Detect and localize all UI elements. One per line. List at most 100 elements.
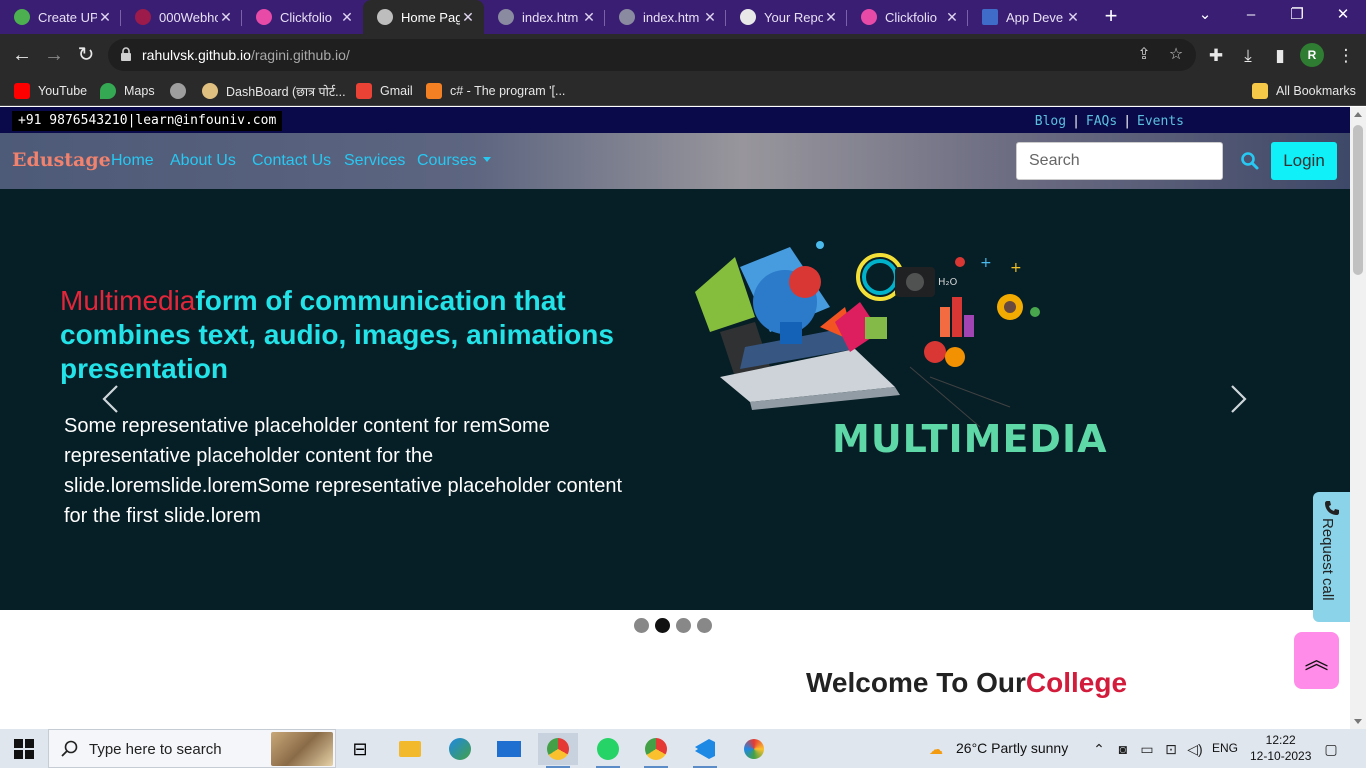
bookmark-youtube[interactable]: YouTube <box>14 82 87 100</box>
edge-icon[interactable] <box>440 733 480 765</box>
bookmark-stackoverflow[interactable]: c# - The program '[... <box>426 82 565 100</box>
network-icon[interactable]: ⊡ <box>1162 740 1180 758</box>
vscode-icon[interactable] <box>685 733 725 768</box>
browser-tab[interactable]: index.htm ✕ <box>484 0 605 34</box>
nav-home[interactable]: Home <box>111 152 154 170</box>
mail-icon[interactable] <box>489 733 529 765</box>
browser-tab[interactable]: 000Webho ✕ <box>121 0 242 34</box>
download-icon[interactable]: ⤓ <box>1236 44 1260 68</box>
meet-now-icon[interactable]: ◙ <box>1114 740 1132 758</box>
globe-icon <box>619 9 635 25</box>
carousel-indicator-active[interactable] <box>655 618 670 633</box>
scroll-to-top-button[interactable]: ︽ <box>1294 632 1339 689</box>
search-input[interactable] <box>1016 142 1223 180</box>
tab-favicon-icon <box>135 9 151 25</box>
bookmark-dashboard[interactable]: DashBoard (छात्र पोर्ट... <box>202 82 346 100</box>
weather-text[interactable]: 26°C Partly sunny <box>956 729 1068 768</box>
close-icon[interactable]: ✕ <box>581 9 597 25</box>
tab-search-icon[interactable]: ⌄ <box>1182 0 1228 32</box>
chrome-icon[interactable] <box>538 733 578 768</box>
nav-about-us[interactable]: About Us <box>170 152 236 170</box>
volume-icon[interactable]: ◁) <box>1186 740 1204 758</box>
browser-tab[interactable]: Clickfolio ✕ <box>242 0 363 34</box>
share-icon[interactable]: ⇪ <box>1134 45 1154 65</box>
extensions-icon[interactable]: ✚ <box>1204 44 1228 68</box>
chrome-profile-icon[interactable] <box>636 733 676 768</box>
close-icon[interactable]: ✕ <box>1065 9 1081 25</box>
close-icon[interactable]: ✕ <box>218 9 234 25</box>
close-icon[interactable]: ✕ <box>702 9 718 25</box>
forward-icon[interactable]: → <box>40 42 68 68</box>
nav-contact-us[interactable]: Contact Us <box>252 152 331 170</box>
blog-link[interactable]: Blog <box>1035 114 1066 129</box>
address-bar[interactable]: rahulvsk.github.io/ragini.github.io/ ⇪ ☆ <box>108 39 1196 71</box>
lock-icon <box>121 47 131 61</box>
windows-start-icon[interactable] <box>14 739 34 759</box>
github-icon <box>740 9 756 25</box>
notification-icon[interactable]: ▢ <box>1322 740 1340 758</box>
task-view-icon[interactable]: ⊟ <box>340 733 380 765</box>
scrollbar-thumb[interactable] <box>1353 125 1363 275</box>
chevron-up-icon[interactable]: ⌃ <box>1090 740 1108 758</box>
login-button[interactable]: Login <box>1271 142 1337 180</box>
reload-icon[interactable]: ↻ <box>72 42 100 68</box>
bookmark-globe[interactable] <box>170 82 194 100</box>
browser-tab[interactable]: App Deve ✕ <box>968 0 1089 34</box>
search-icon[interactable] <box>1240 151 1260 171</box>
nav-services[interactable]: Services <box>344 152 405 170</box>
window-close-icon[interactable]: ✕ <box>1320 0 1366 32</box>
tab-favicon-icon <box>982 9 998 25</box>
carousel-indicator[interactable] <box>634 618 649 633</box>
profile-avatar[interactable]: R <box>1300 43 1324 67</box>
browser-tab[interactable]: Your Repo ✕ <box>726 0 847 34</box>
events-link[interactable]: Events <box>1137 114 1184 129</box>
all-bookmarks[interactable]: All Bookmarks <box>1252 82 1356 100</box>
carousel-indicator[interactable] <box>676 618 691 633</box>
bookmark-gmail[interactable]: Gmail <box>356 82 413 100</box>
side-panel-icon[interactable]: ▮ <box>1268 44 1292 68</box>
back-icon[interactable]: ← <box>8 42 36 68</box>
gmail-icon <box>356 83 372 99</box>
system-clock[interactable]: 12:22 12-10-2023 <box>1250 732 1311 764</box>
bookmark-maps[interactable]: Maps <box>100 82 155 100</box>
brand-logo[interactable]: Edustage <box>12 149 111 171</box>
scroll-up-arrow-icon[interactable] <box>1354 112 1362 117</box>
tab-favicon-icon <box>256 9 272 25</box>
hero-body-text: Some representative placeholder content … <box>64 415 623 527</box>
battery-icon[interactable]: ▭ <box>1138 740 1156 758</box>
carousel-prev-icon[interactable] <box>97 384 125 414</box>
url-text: rahulvsk.github.io/ragini.github.io/ <box>142 47 350 63</box>
browser-tab[interactable]: Create UP ✕ <box>0 0 121 34</box>
file-explorer-icon[interactable] <box>390 733 430 765</box>
scroll-down-arrow-icon[interactable] <box>1354 719 1362 724</box>
language-indicator[interactable]: ENG <box>1212 729 1238 768</box>
carousel-next-icon[interactable] <box>1224 384 1252 414</box>
close-icon[interactable]: ✕ <box>460 9 476 25</box>
page-scrollbar[interactable] <box>1350 107 1366 729</box>
new-tab-button[interactable]: + <box>1097 3 1125 31</box>
close-icon[interactable]: ✕ <box>97 9 113 25</box>
nav-courses-dropdown[interactable]: Courses <box>417 152 491 170</box>
minimize-icon[interactable]: – <box>1228 0 1274 32</box>
close-icon[interactable]: ✕ <box>339 9 355 25</box>
globe-icon <box>170 83 186 99</box>
browser-tab-active[interactable]: Home Pag ✕ <box>363 0 484 34</box>
bookmark-star-icon[interactable]: ☆ <box>1166 45 1186 65</box>
restore-icon[interactable]: ❐ <box>1274 0 1320 32</box>
phone-icon <box>1325 501 1339 515</box>
carousel-indicator[interactable] <box>697 618 712 633</box>
close-icon[interactable]: ✕ <box>944 9 960 25</box>
menu-kebab-icon[interactable]: ⋮ <box>1334 44 1358 68</box>
top-info-strip: +91 9876543210|learn@infouniv.com Blog | … <box>0 107 1350 133</box>
taskbar-search-box[interactable]: Type here to search <box>48 729 336 768</box>
browser-tab[interactable]: Clickfolio ✕ <box>847 0 968 34</box>
close-icon[interactable]: ✕ <box>823 9 839 25</box>
faqs-link[interactable]: FAQs <box>1086 114 1117 129</box>
request-call-button[interactable]: Request call <box>1313 492 1350 622</box>
browser-tab[interactable]: index.htm ✕ <box>605 0 726 34</box>
globe-icon <box>498 9 514 25</box>
whatsapp-icon[interactable] <box>588 733 628 768</box>
paint-icon[interactable] <box>734 733 774 765</box>
dashboard-icon <box>202 83 218 99</box>
weather-icon[interactable]: ☁ <box>925 740 947 758</box>
